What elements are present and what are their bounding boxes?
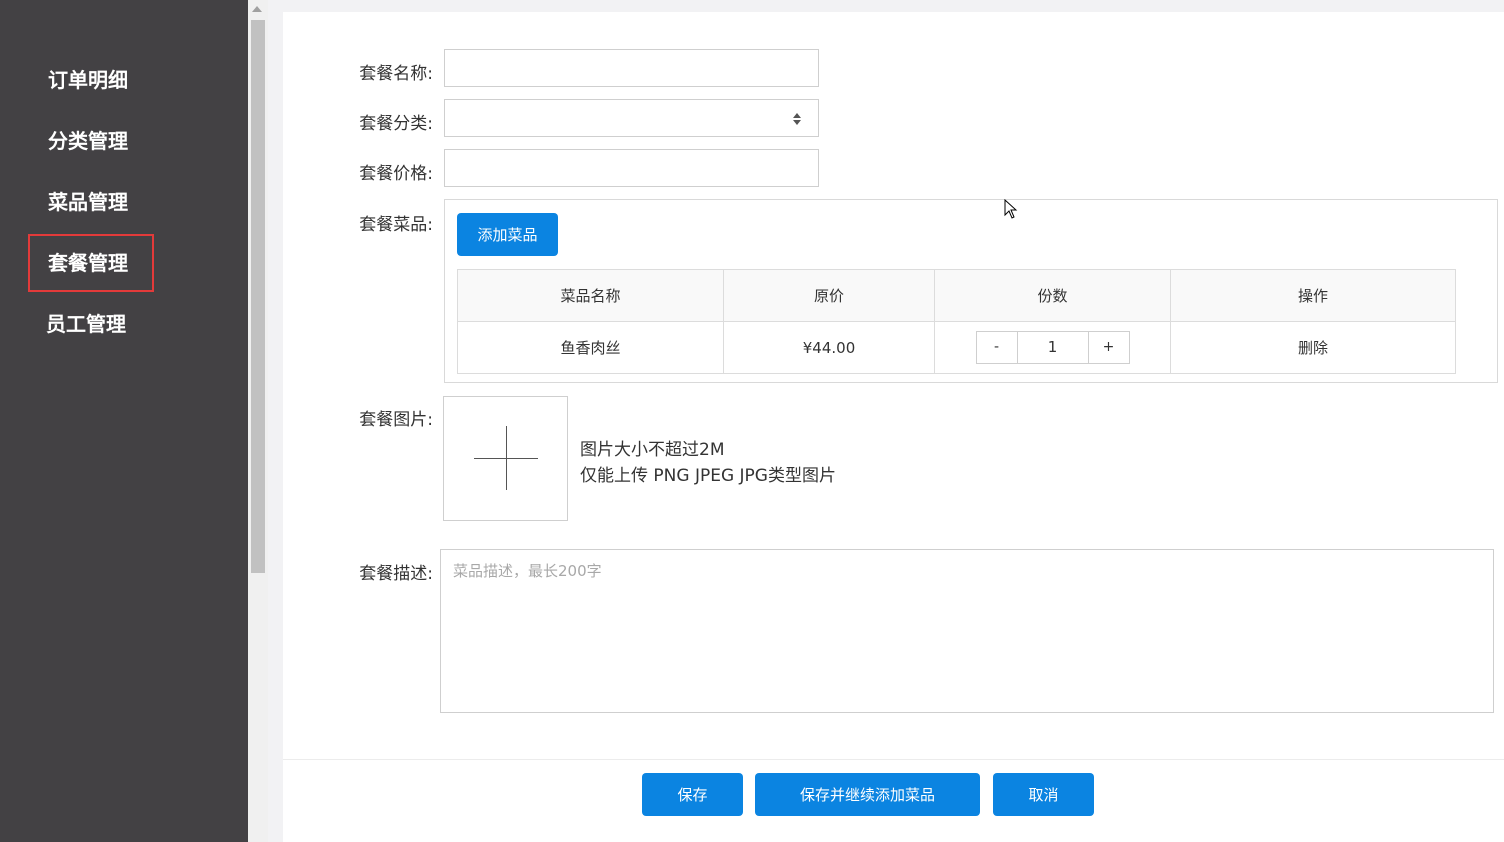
sidebar-item-orders[interactable]: 订单明细	[28, 51, 154, 109]
price-label: 套餐价格:	[359, 164, 433, 184]
decrement-button[interactable]: -	[976, 332, 1017, 363]
save-and-continue-button[interactable]: 保存并继续添加菜品	[755, 773, 980, 816]
add-dish-button[interactable]: 添加菜品	[457, 213, 558, 256]
table-row: 鱼香肉丝 ¥44.00 - 1 + 删除	[457, 321, 1456, 374]
setmeal-name-input[interactable]	[444, 49, 819, 87]
setmeal-form: 套餐名称: 套餐分类: 套餐价格: 套餐菜品: 添加菜品 菜品名称 原价 份数 …	[283, 12, 1504, 842]
quantity-cell: - 1 +	[934, 321, 1171, 374]
column-header-price: 原价	[723, 269, 935, 322]
setmeal-category-select[interactable]	[444, 99, 819, 137]
dishes-label: 套餐菜品:	[359, 215, 433, 235]
sidebar-item-categories[interactable]: 分类管理	[28, 112, 154, 170]
setmeal-price-input[interactable]	[444, 149, 819, 187]
quantity-value[interactable]: 1	[1016, 332, 1089, 363]
dish-name-cell: 鱼香肉丝	[457, 321, 724, 374]
image-upload-box[interactable]	[443, 396, 568, 521]
mouse-cursor-icon	[1004, 199, 1018, 219]
footer-divider	[283, 759, 1504, 760]
category-label: 套餐分类:	[359, 114, 433, 134]
scroll-thumb[interactable]	[251, 20, 265, 573]
dishes-table: 菜品名称 原价 份数 操作 鱼香肉丝 ¥44.00 - 1 + 删除	[457, 269, 1456, 374]
sidebar-item-dishes[interactable]: 菜品管理	[28, 173, 154, 231]
image-size-hint: 图片大小不超过2M	[580, 440, 725, 460]
sidebar-scrollbar[interactable]	[248, 0, 268, 842]
quantity-stepper: - 1 +	[975, 331, 1130, 364]
image-type-hint: 仅能上传 PNG JPEG JPG类型图片	[580, 466, 836, 486]
column-header-action: 操作	[1170, 269, 1456, 322]
increment-button[interactable]: +	[1088, 332, 1129, 363]
sidebar-item-setmeals[interactable]: 套餐管理	[28, 234, 154, 292]
dish-price-cell: ¥44.00	[723, 321, 935, 374]
delete-dish-link[interactable]: 删除	[1170, 321, 1456, 374]
column-header-quantity: 份数	[934, 269, 1171, 322]
column-header-dish-name: 菜品名称	[457, 269, 724, 322]
cancel-button[interactable]: 取消	[993, 773, 1094, 816]
sidebar-item-employees[interactable]: 员工管理	[28, 295, 154, 353]
scroll-up-arrow-icon[interactable]	[252, 6, 262, 12]
table-header-row: 菜品名称 原价 份数 操作	[457, 269, 1456, 322]
sidebar: 订单明细 分类管理 菜品管理 套餐管理 员工管理	[0, 0, 248, 842]
name-label: 套餐名称:	[359, 64, 433, 84]
dishes-panel: 添加菜品 菜品名称 原价 份数 操作 鱼香肉丝 ¥44.00 - 1 + 删除	[444, 199, 1498, 383]
plus-icon-vertical	[506, 426, 507, 490]
save-button[interactable]: 保存	[642, 773, 743, 816]
image-label: 套餐图片:	[359, 410, 433, 430]
sort-arrows-icon	[793, 113, 801, 125]
description-textarea[interactable]	[440, 549, 1494, 713]
description-label: 套餐描述:	[359, 564, 433, 584]
